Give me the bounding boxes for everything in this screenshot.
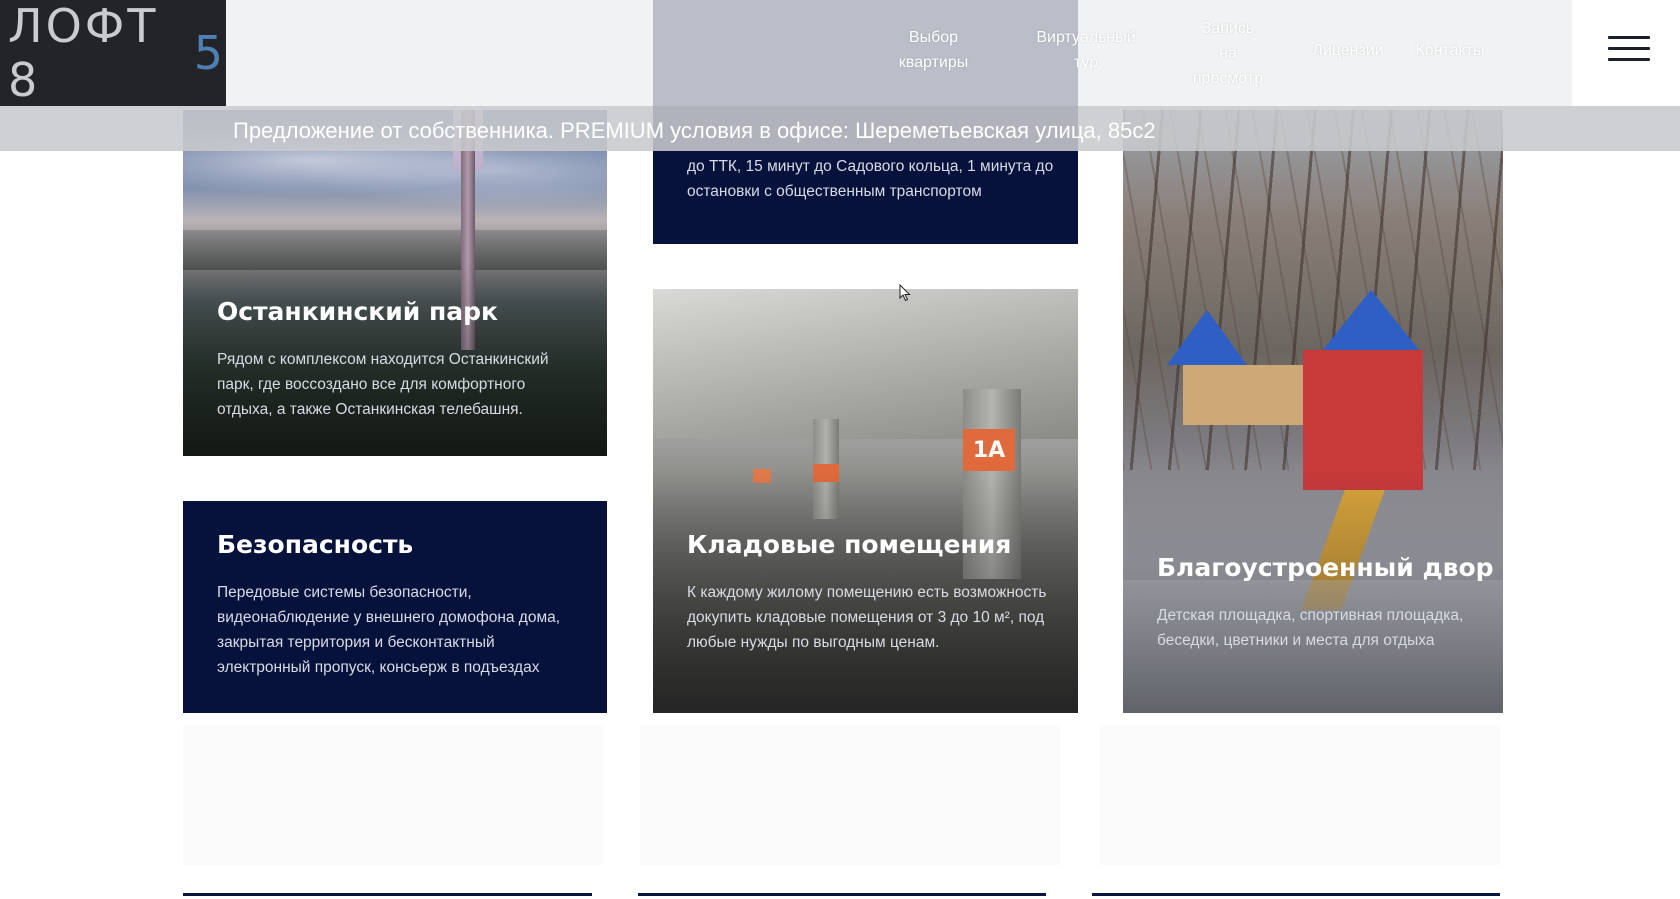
mouse-cursor-icon xyxy=(899,284,911,302)
nav-choose-apartment-line2: квартиры xyxy=(898,54,969,71)
nav-virtual-tour[interactable]: Виртуальный тур xyxy=(1024,25,1148,75)
yard-card-text: Детская площадка, спортивная площадка, б… xyxy=(1157,607,1464,649)
menu-button-area xyxy=(1572,0,1680,106)
park-card-text: Рядом с комплексом находится Останкински… xyxy=(217,351,549,418)
yard-card-title: Благоустроенный двор xyxy=(1157,553,1494,582)
nav-book-viewing-line1: Запись xyxy=(1201,20,1255,37)
site-logo[interactable]: ЛОФТ 8 5 xyxy=(0,0,226,107)
storage-rooms-card[interactable]: 1А Кладовые помещения К каждому жилому п… xyxy=(653,289,1078,713)
storage-photo-tag: 1А xyxy=(963,429,1015,471)
park-card-title: Останкинский парк xyxy=(217,297,498,326)
yard-photo-playhouse xyxy=(1303,350,1423,490)
menu-line-2 xyxy=(1608,47,1650,50)
nav-virtual-tour-line1: Виртуальный xyxy=(1036,29,1136,46)
yard-photo-roof-right xyxy=(1323,290,1419,350)
yard-photo-roof-left xyxy=(1167,310,1247,365)
yard-photo-bridge xyxy=(1183,365,1323,425)
next-section-card-middle-edge xyxy=(638,893,1046,896)
security-card: Безопасность Передовые системы безопасно… xyxy=(183,501,607,713)
nav-choose-apartment-line1: Выбор xyxy=(908,29,959,46)
promo-bar[interactable]: Предложение от собственника. PREMIUM усл… xyxy=(0,106,1680,151)
yard-photo-shade xyxy=(1123,470,1503,713)
nav-book-viewing-line2: на xyxy=(1219,45,1237,62)
menu-line-3 xyxy=(1608,58,1650,61)
nav-virtual-tour-line2: тур xyxy=(1073,54,1099,71)
promo-text: Предложение от собственника. PREMIUM усл… xyxy=(233,118,1156,143)
nav-book-viewing[interactable]: Запись на просмотр xyxy=(1176,16,1280,91)
ostankino-park-card[interactable]: Останкинский парк Рядом с комплексом нах… xyxy=(183,110,607,456)
nav-licenses[interactable]: Лицензии xyxy=(1300,38,1396,63)
page: до ТТК, 15 минут до Садового кольца, 1 м… xyxy=(0,0,1680,899)
logo-text: ЛОФТ 8 xyxy=(8,0,159,107)
storage-card-text: К каждому жилому помещению есть возможно… xyxy=(687,584,1047,651)
next-section-card-left-edge xyxy=(183,893,592,896)
security-card-text: Передовые системы безопасности, видеонаб… xyxy=(217,584,561,676)
security-card-title: Безопасность xyxy=(217,530,414,559)
next-section-card-middle xyxy=(640,725,1060,865)
next-section-card-right-edge xyxy=(1092,893,1500,896)
transport-card-text: до ТТК, 15 минут до Садового кольца, 1 м… xyxy=(687,158,1054,200)
next-section-card-left xyxy=(183,725,603,865)
landscaped-yard-card[interactable]: Благоустроенный двор Детская площадка, с… xyxy=(1123,110,1503,713)
nav-book-viewing-line3: просмотр xyxy=(1192,70,1264,87)
nav-choose-apartment[interactable]: Выбор квартиры xyxy=(886,25,981,75)
site-header: ЛОФТ 8 5 Выбор квартиры Виртуальный тур З… xyxy=(0,0,1680,107)
next-section-card-right xyxy=(1100,725,1500,865)
hamburger-menu-icon[interactable] xyxy=(1608,34,1650,64)
nav-contacts[interactable]: Контакты xyxy=(1404,38,1496,63)
storage-card-title: Кладовые помещения xyxy=(687,530,1012,559)
logo-accent: 5 xyxy=(193,26,226,80)
menu-line-1 xyxy=(1608,36,1650,39)
